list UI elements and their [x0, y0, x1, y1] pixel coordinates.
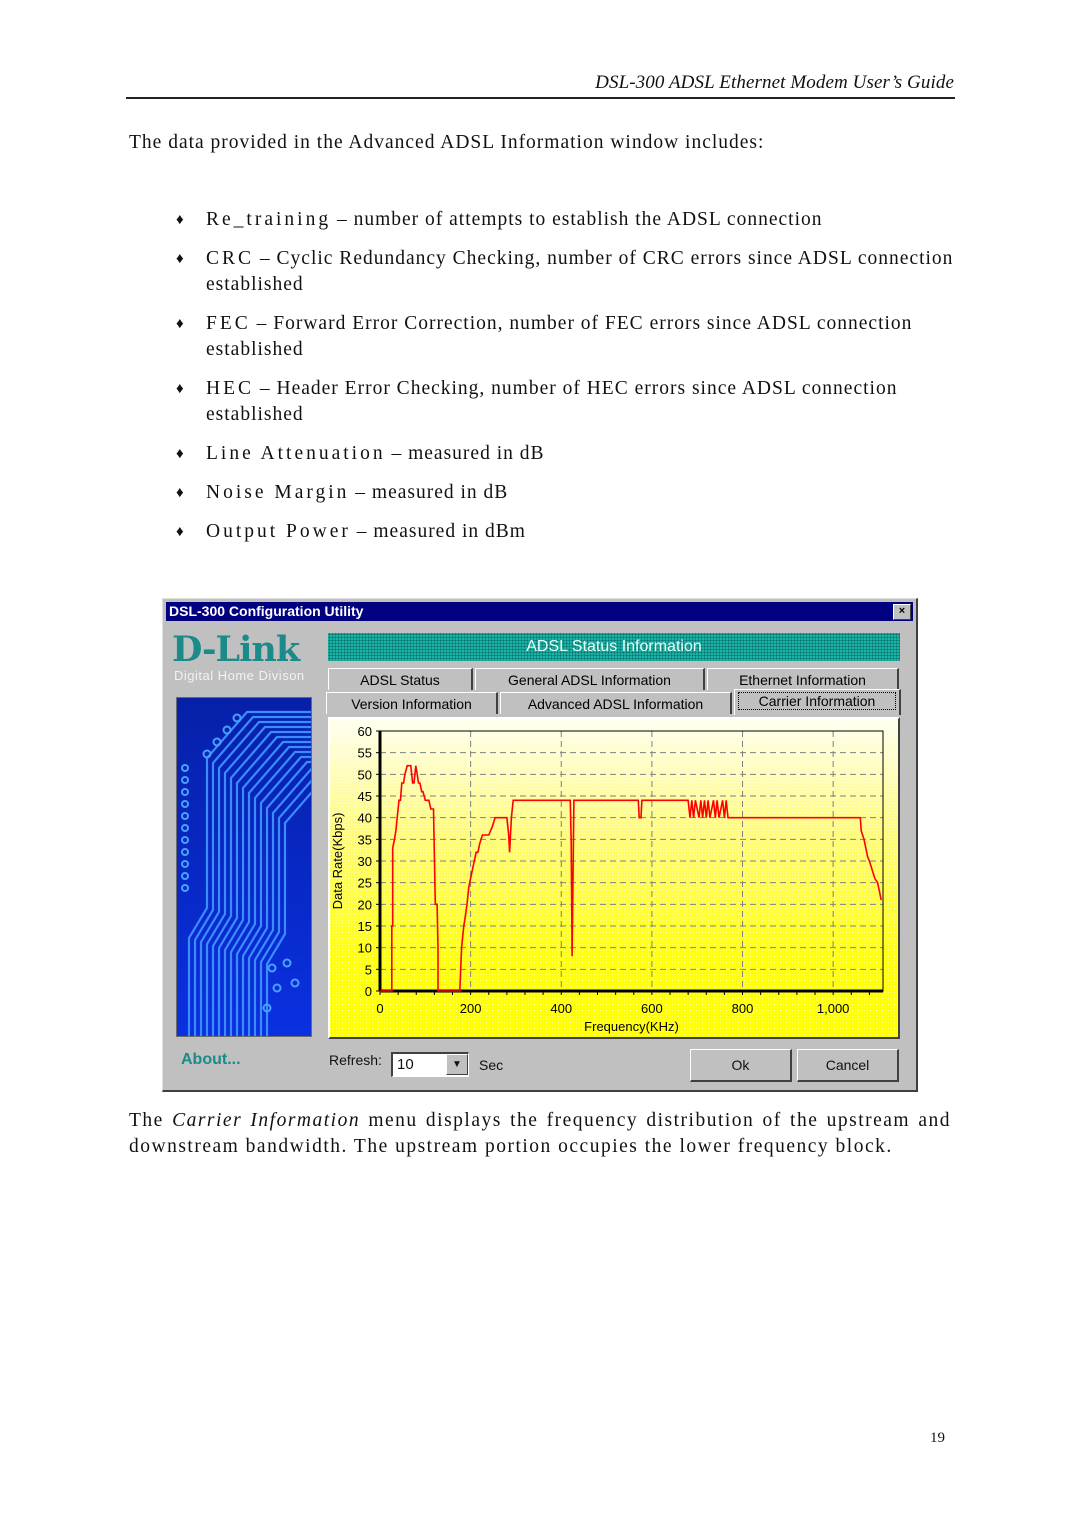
y-tick-label: 45: [358, 789, 372, 804]
list-item: ♦ CRC – Cyclic Redundancy Checking, numbe…: [176, 246, 966, 298]
x-tick-label: 0: [376, 1001, 383, 1016]
carrier-chart: 0510152025303540455055600 200 400 600 800 1,0…: [330, 719, 898, 1037]
closing-paragraph: The Carrier Information menu displays th…: [129, 1110, 951, 1157]
chevron-down-icon[interactable]: ▼: [446, 1054, 468, 1075]
term: Re_training: [206, 209, 332, 230]
close-icon[interactable]: ×: [893, 604, 911, 620]
diamond-bullet-icon: ♦: [176, 212, 185, 228]
x-tick-label: 200: [460, 1001, 482, 1016]
y-tick-label: 20: [358, 897, 372, 912]
x-tick-label: 600: [641, 1001, 663, 1016]
tab-advanced-adsl-information[interactable]: Advanced ADSL Information: [500, 692, 732, 714]
y-tick-label: 35: [358, 832, 372, 847]
diamond-bullet-icon: ♦: [176, 381, 185, 397]
tab-carrier-information[interactable]: Carrier Information: [734, 689, 901, 715]
refresh-unit-label: Sec: [479, 1057, 504, 1073]
list-item: ♦ FEC – Forward Error Correction, number …: [176, 311, 966, 363]
list-item: ♦ Noise Margin – measured in dB: [176, 480, 966, 506]
description: – Header Error Checking, number of HEC e…: [206, 378, 898, 425]
circuit-board-image: [176, 697, 312, 1037]
term: CRC: [206, 248, 255, 269]
diamond-bullet-icon: ♦: [176, 446, 185, 462]
description: – Forward Error Correction, number of FE…: [206, 313, 913, 360]
refresh-label: Refresh:: [329, 1052, 382, 1068]
config-utility-window: DSL-300 Configuration Utility × D-Link D…: [162, 598, 918, 1092]
header-rule: [126, 97, 955, 99]
y-tick-label: 10: [358, 941, 372, 956]
page-number: 19: [930, 1430, 945, 1446]
carrier-chart-panel: 0 5 10 15 20 25 30 35 40 45 50 55 60 0 200 400 600 800 1,0…: [328, 717, 900, 1039]
diamond-bullet-icon: ♦: [176, 485, 185, 501]
y-tick-label: 30: [358, 854, 372, 869]
intro-paragraph: The data provided in the Advanced ADSL I…: [129, 132, 765, 153]
diamond-bullet-icon: ♦: [176, 251, 185, 267]
description: – measured in dB: [385, 443, 545, 464]
x-tick-label: 400: [550, 1001, 572, 1016]
refresh-value: 10: [397, 1056, 414, 1073]
y-tick-label: 0: [365, 984, 372, 999]
cancel-button[interactable]: Cancel: [797, 1049, 899, 1082]
x-tick-label: 1,000: [817, 1001, 850, 1016]
circuit-graphic: [177, 698, 311, 1036]
description: – number of attempts to establish the AD…: [331, 209, 823, 230]
carrier-information-emphasis: Carrier Information: [172, 1110, 361, 1131]
y-tick-label: 15: [358, 919, 372, 934]
tab-ethernet-information[interactable]: Ethernet Information: [707, 668, 899, 690]
term: Line Attenuation: [206, 443, 386, 464]
diamond-bullet-icon: ♦: [176, 524, 185, 540]
list-item: ♦ Line Attenuation – measured in dB: [176, 441, 966, 467]
dlink-logo: D-Link: [172, 629, 300, 670]
term: FEC: [206, 313, 251, 334]
tab-adsl-status[interactable]: ADSL Status: [328, 668, 473, 690]
x-tick-label: 800: [732, 1001, 754, 1016]
y-tick-label: 25: [358, 876, 372, 891]
y-axis-label: Data Rate(Kbps): [330, 813, 345, 910]
tab-version-information[interactable]: Version Information: [326, 692, 498, 714]
x-axis-label: Frequency(KHz): [584, 1019, 679, 1034]
description: – Cyclic Redundancy Checking, number of …: [206, 248, 954, 295]
y-tick-label: 40: [358, 811, 372, 826]
list-item: ♦ HEC – Header Error Checking, number of …: [176, 376, 966, 428]
tab-general-adsl-information[interactable]: General ADSL Information: [475, 668, 705, 690]
list-item: ♦ Re_training – number of attempts to est…: [176, 207, 966, 233]
refresh-interval-select[interactable]: 10 ▼: [391, 1052, 469, 1077]
y-tick-label: 55: [358, 746, 372, 761]
window-titlebar: DSL-300 Configuration Utility ×: [166, 602, 913, 621]
definition-list: ♦ Re_training – number of attempts to est…: [176, 207, 966, 558]
diamond-bullet-icon: ♦: [176, 316, 185, 332]
term: Output Power: [206, 521, 351, 542]
y-tick-label: 50: [358, 767, 372, 782]
description: – measured in dBm: [350, 521, 526, 542]
description: – measured in dB: [349, 482, 509, 503]
y-tick-label: 60: [358, 724, 372, 739]
term: HEC: [206, 378, 254, 399]
status-banner: ADSL Status Information: [328, 633, 900, 661]
about-link[interactable]: About...: [181, 1051, 241, 1069]
ok-button[interactable]: Ok: [690, 1049, 792, 1082]
logo-subtitle: Digital Home Divison: [174, 668, 305, 683]
running-header: DSL-300 ADSL Ethernet Modem User’s Guide: [595, 72, 954, 93]
term: Noise Margin: [206, 482, 350, 503]
list-item: ♦ Output Power – measured in dBm: [176, 519, 966, 545]
window-title: DSL-300 Configuration Utility: [169, 603, 364, 619]
y-tick-label: 5: [365, 962, 372, 977]
